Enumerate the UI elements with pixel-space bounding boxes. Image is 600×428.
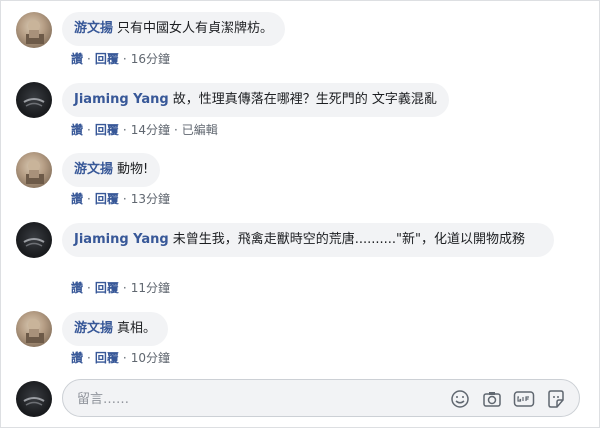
avatar[interactable] <box>16 311 52 347</box>
comment-bubble: Jiaming Yang 未曾生我，飛禽走獸時空的荒唐.........."新"，… <box>62 223 554 257</box>
avatar[interactable] <box>16 82 52 118</box>
composer-tools <box>449 388 567 410</box>
comment-text: 動物! <box>117 162 149 177</box>
sticker-icon[interactable] <box>545 388 567 410</box>
comment-time[interactable]: 10分鐘 <box>131 351 170 365</box>
reply-link[interactable]: 回覆 <box>95 192 119 206</box>
comment-thread: 游文揚 只有中國女人有貞潔牌枋。 讚 · 回覆 · 16分鐘 Jiaming Yang 故，… <box>0 0 600 428</box>
comment-bubble: 游文揚 只有中國女人有貞潔牌枋。 <box>62 12 286 46</box>
composer-avatar <box>16 381 52 417</box>
comment-meta: 讚 · 回覆 · 13分鐘 <box>71 192 170 206</box>
comment-meta: 讚 · 回覆 · 14分鐘 · 已編輯 <box>71 123 218 137</box>
avatar[interactable] <box>16 12 52 48</box>
comment-text: 真相。 <box>117 321 157 336</box>
gif-icon[interactable] <box>513 388 535 410</box>
comment-text: 只有中國女人有貞潔牌枋。 <box>117 21 274 36</box>
comment-meta: 讚 · 回覆 · 11分鐘 <box>71 281 170 295</box>
like-link[interactable]: 讚 <box>71 281 83 295</box>
like-link[interactable]: 讚 <box>71 351 83 365</box>
comment-composer <box>62 379 580 417</box>
edited-label[interactable]: 已編輯 <box>182 123 218 137</box>
like-link[interactable]: 讚 <box>71 52 83 66</box>
camera-icon[interactable] <box>481 388 503 410</box>
comment-meta: 讚 · 回覆 · 10分鐘 <box>71 351 170 365</box>
reply-link[interactable]: 回覆 <box>95 123 119 137</box>
comment-author[interactable]: 游文揚 <box>74 321 113 336</box>
comment-author[interactable]: 游文揚 <box>74 162 113 177</box>
comment-bubble: 游文揚 動物! <box>62 153 161 187</box>
comment-time[interactable]: 16分鐘 <box>131 52 170 66</box>
comment-text: 故，性理真傳落在哪裡？生死門的 文字義混亂 <box>172 92 437 107</box>
comment-text: 未曾生我，飛禽走獸時空的荒唐.........."新"，化道以開物成務 <box>172 232 526 247</box>
reply-link[interactable]: 回覆 <box>95 52 119 66</box>
comment-bubble: 游文揚 真相。 <box>62 312 169 346</box>
comment-time[interactable]: 14分鐘 <box>131 123 170 137</box>
reply-link[interactable]: 回覆 <box>95 281 119 295</box>
avatar[interactable] <box>16 222 52 258</box>
comment-meta: 讚 · 回覆 · 16分鐘 <box>71 52 170 66</box>
smiley-icon[interactable] <box>449 388 471 410</box>
comment-time[interactable]: 13分鐘 <box>131 192 170 206</box>
avatar[interactable] <box>16 152 52 188</box>
comment-author[interactable]: Jiaming Yang <box>74 232 169 247</box>
comment-bubble: Jiaming Yang 故，性理真傳落在哪裡？生死門的 文字義混亂 <box>62 83 449 117</box>
reply-link[interactable]: 回覆 <box>95 351 119 365</box>
comment-time[interactable]: 11分鐘 <box>131 281 170 295</box>
like-link[interactable]: 讚 <box>71 192 83 206</box>
comment-author[interactable]: Jiaming Yang <box>74 92 169 107</box>
comment-input[interactable] <box>75 388 439 410</box>
comment-author[interactable]: 游文揚 <box>74 21 113 36</box>
like-link[interactable]: 讚 <box>71 123 83 137</box>
